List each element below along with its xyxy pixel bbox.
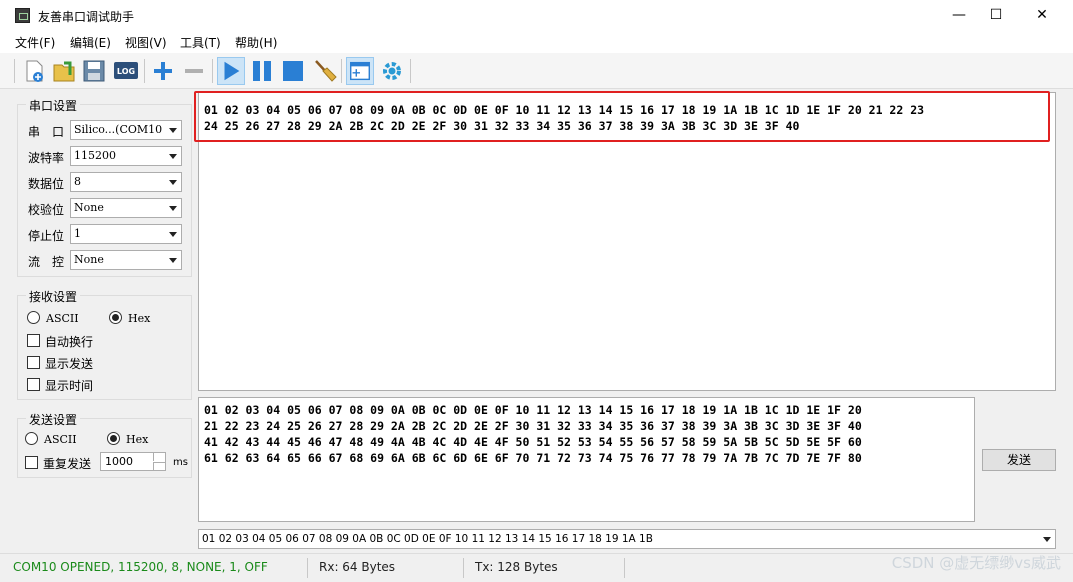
window-title: 友善串口调试助手: [38, 10, 135, 24]
send-hex-label: Hex: [126, 433, 149, 446]
repeat-send-label: 重复发送: [43, 457, 92, 471]
send-line-1: 01 02 03 04 05 06 07 08 09 0A 0B 0C 0D 0…: [204, 403, 862, 417]
status-separator: [624, 558, 625, 578]
remove-icon[interactable]: [180, 57, 208, 85]
watermark: CSDN @虚无缥缈vs威武: [891, 554, 1061, 572]
settings-gear-icon[interactable]: [378, 57, 406, 85]
baud-select[interactable]: 115200: [70, 146, 182, 166]
stopbits-value: 1: [74, 227, 81, 240]
menu-view[interactable]: 视图(V): [125, 34, 167, 51]
interval-unit: ms: [173, 457, 188, 468]
send-history-value: 01 02 03 04 05 06 07 08 09 0A 0B 0C 0D 0…: [202, 533, 653, 545]
new-file-icon[interactable]: [20, 57, 48, 85]
send-history-select[interactable]: 01 02 03 04 05 06 07 08 09 0A 0B 0C 0D 0…: [198, 529, 1056, 549]
maximize-button[interactable]: ☐: [973, 0, 1019, 31]
parity-value: None: [74, 201, 104, 214]
log-icon[interactable]: LOG: [112, 57, 140, 85]
close-button[interactable]: ✕: [1019, 0, 1065, 31]
send-button[interactable]: 发送: [982, 449, 1056, 471]
stopbits-label: 停止位: [28, 229, 65, 243]
pause-icon[interactable]: [248, 57, 276, 85]
log-icon-label: LOG: [117, 67, 135, 76]
toolbar-separator: [410, 59, 411, 83]
send-settings-title: 发送设置: [26, 411, 81, 428]
show-send-checkbox[interactable]: [27, 356, 40, 369]
show-time-checkbox[interactable]: [27, 378, 40, 391]
toolbar: LOG: [0, 53, 1073, 89]
flow-value: None: [74, 253, 104, 266]
chevron-down-icon: [169, 206, 177, 211]
chevron-down-icon: [169, 232, 177, 237]
toolbar-separator: [341, 59, 342, 83]
receive-ascii-radio[interactable]: [27, 311, 40, 324]
port-label: 串 口: [28, 125, 65, 139]
show-time-label: 显示时间: [45, 379, 94, 393]
show-send-label: 显示发送: [45, 357, 94, 371]
menu-tools[interactable]: 工具(T): [180, 34, 221, 51]
highlight-annotation: [194, 91, 1050, 142]
toolbar-grip: [14, 59, 15, 83]
spin-up-icon[interactable]: [153, 453, 165, 461]
receive-settings-group: 接收设置 ASCII Hex 自动换行 显示发送 显示时间: [17, 288, 192, 400]
stopbits-select[interactable]: 1: [70, 224, 182, 244]
receive-settings-title: 接收设置: [26, 288, 81, 305]
send-line-2: 21 22 23 24 25 26 27 28 29 2A 2B 2C 2D 2…: [204, 419, 862, 433]
databits-label: 数据位: [28, 177, 65, 191]
interval-value: 1000: [105, 455, 133, 468]
open-folder-icon[interactable]: [50, 57, 78, 85]
app-window: 友善串口调试助手 — ☐ ✕ 文件(F) 编辑(E) 视图(V) 工具(T) 帮…: [0, 0, 1073, 582]
send-textarea[interactable]: 01 02 03 04 05 06 07 08 09 0A 0B 0C 0D 0…: [198, 397, 975, 522]
toolbar-separator: [212, 59, 213, 83]
menu-file[interactable]: 文件(F): [15, 34, 55, 51]
port-select[interactable]: Silico...(COM10: [70, 120, 182, 140]
baud-label: 波特率: [28, 151, 65, 165]
databits-select[interactable]: 8: [70, 172, 182, 192]
menu-bar: 文件(F) 编辑(E) 视图(V) 工具(T) 帮助(H): [0, 31, 1073, 53]
tx-count: Tx: 128 Bytes: [475, 560, 558, 574]
menu-help[interactable]: 帮助(H): [235, 34, 277, 51]
spin-down-icon[interactable]: [153, 462, 165, 470]
send-line-4: 61 62 63 64 65 66 67 68 69 6A 6B 6C 6D 6…: [204, 451, 862, 465]
send-hex-radio[interactable]: [107, 432, 120, 445]
chevron-down-icon: [1043, 537, 1051, 542]
auto-newline-label: 自动换行: [45, 335, 94, 349]
parity-select[interactable]: None: [70, 198, 182, 218]
chevron-down-icon: [169, 180, 177, 185]
chevron-down-icon: [169, 154, 177, 159]
status-separator: [463, 558, 464, 578]
serial-settings-group: 串口设置 串 口 Silico...(COM10 波特率 115200 数据位 …: [17, 97, 192, 277]
send-line-3: 41 42 43 44 45 46 47 48 49 4A 4B 4C 4D 4…: [204, 435, 862, 449]
start-icon[interactable]: [217, 57, 245, 85]
chevron-down-icon: [169, 128, 177, 133]
clear-broom-icon[interactable]: [310, 57, 338, 85]
receive-hex-radio[interactable]: [109, 311, 122, 324]
rx-count: Rx: 64 Bytes: [319, 560, 396, 574]
chevron-down-icon: [169, 258, 177, 263]
databits-value: 8: [74, 175, 81, 188]
add-icon[interactable]: [149, 57, 177, 85]
flow-select[interactable]: None: [70, 250, 182, 270]
title-bar: 友善串口调试助手 — ☐ ✕: [0, 0, 1073, 31]
baud-value: 115200: [74, 149, 116, 162]
auto-newline-checkbox[interactable]: [27, 334, 40, 347]
receive-hex-label: Hex: [128, 312, 151, 325]
window-layout-icon[interactable]: [346, 57, 374, 85]
receive-ascii-label: ASCII: [46, 312, 79, 325]
stop-icon[interactable]: [279, 57, 307, 85]
toolbar-separator: [144, 59, 145, 83]
serial-settings-title: 串口设置: [26, 97, 81, 114]
repeat-send-checkbox[interactable]: [25, 456, 38, 469]
send-ascii-radio[interactable]: [25, 432, 38, 445]
flow-label: 流 控: [28, 255, 65, 269]
send-ascii-label: ASCII: [44, 433, 77, 446]
status-separator: [307, 558, 308, 578]
port-status: COM10 OPENED, 115200, 8, NONE, 1, OFF: [13, 560, 268, 574]
interval-spinbox[interactable]: 1000: [100, 452, 166, 471]
menu-edit[interactable]: 编辑(E): [70, 34, 111, 51]
parity-label: 校验位: [28, 203, 65, 217]
app-icon: [15, 8, 30, 23]
port-value: Silico...(COM10: [74, 123, 163, 136]
save-icon[interactable]: [80, 57, 108, 85]
